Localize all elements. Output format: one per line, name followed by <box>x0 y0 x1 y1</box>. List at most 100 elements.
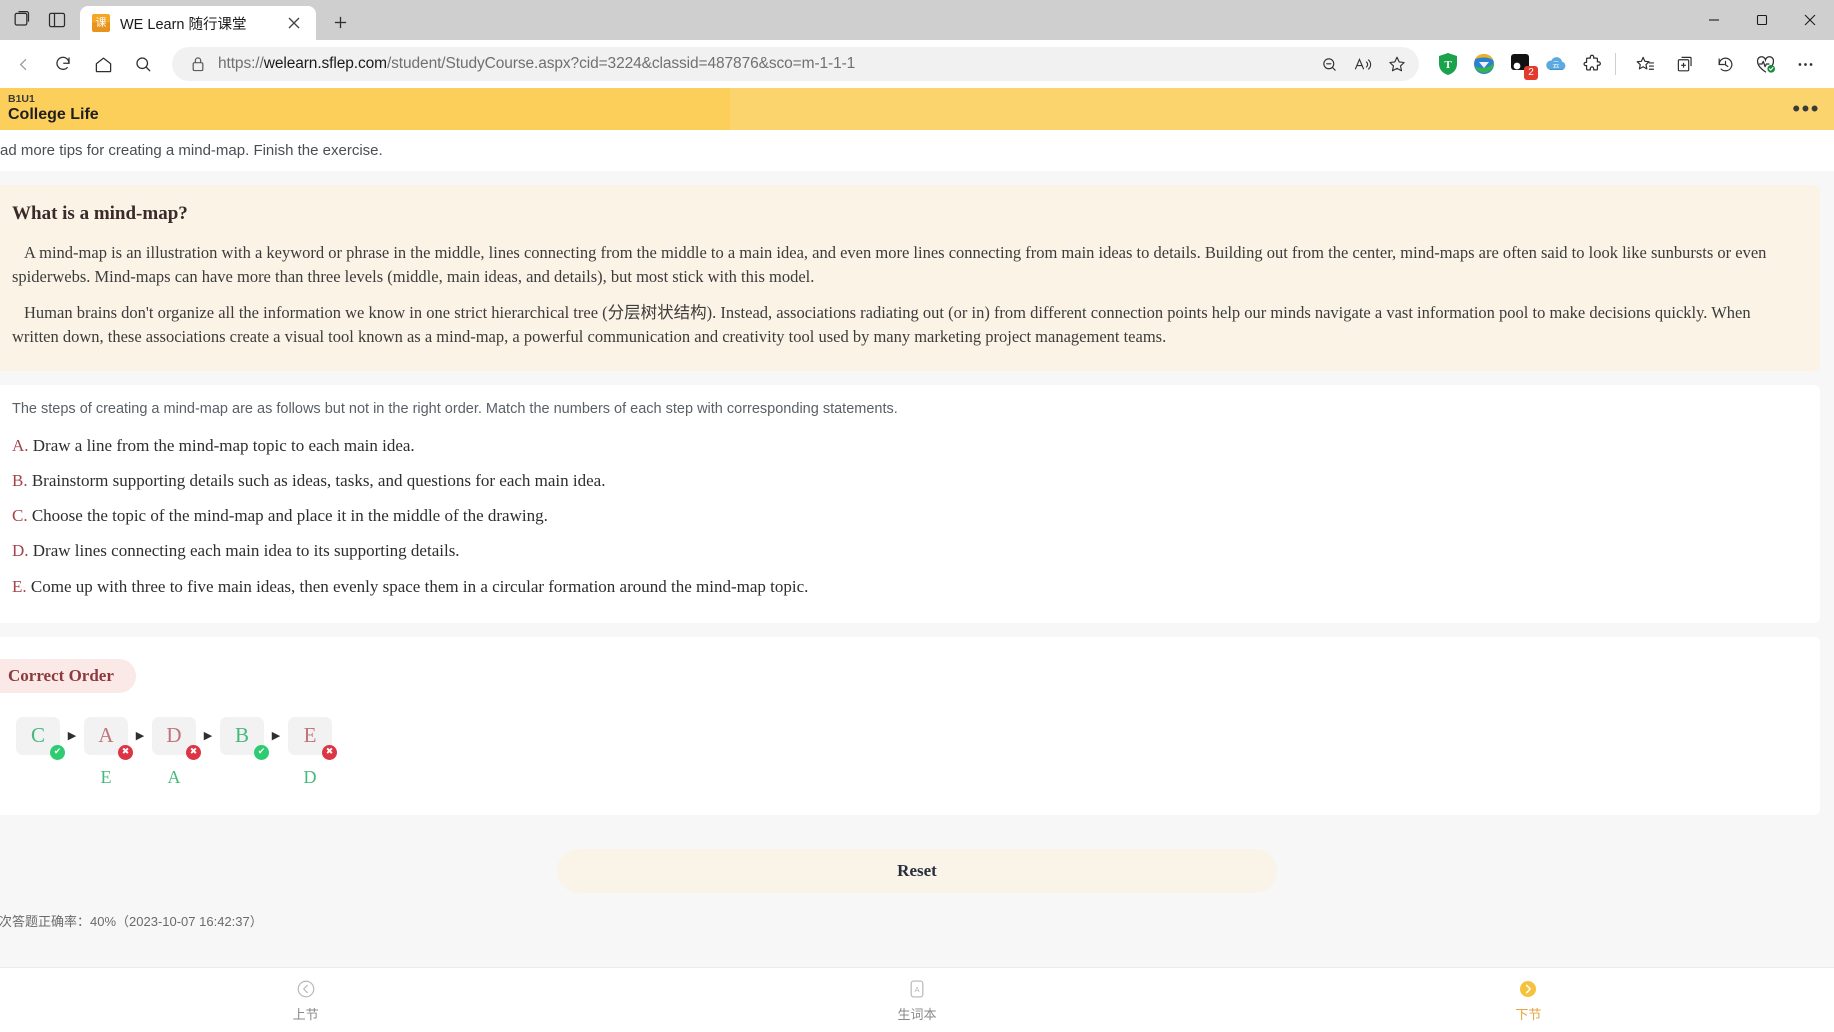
url-text: https://welearn.sflep.com/student/StudyC… <box>218 55 1313 73</box>
option-b-letter: B. <box>12 470 28 490</box>
collections-icon[interactable] <box>1666 47 1704 81</box>
unit-menu-icon[interactable]: ••• <box>1792 98 1820 120</box>
bottom-navigation: 上节 A 生词本 下节 <box>0 967 1834 1032</box>
incorrect-cross-icon: ✖ <box>118 744 133 760</box>
option-d-text: Draw lines connecting each main idea to … <box>32 541 460 561</box>
answer-tile-2[interactable]: A ✖ <box>84 716 133 760</box>
extensions-puzzle-icon[interactable] <box>1579 51 1605 77</box>
answer-card: Correct Order C ✔ ▶ A ✖ E ▶ D ✖ A ▶ B ✔ … <box>0 636 1820 815</box>
close-tab-icon[interactable] <box>282 11 306 35</box>
browser-toolbar: https://welearn.sflep.com/student/StudyC… <box>0 40 1834 88</box>
option-d[interactable]: D. Draw lines connecting each main idea … <box>12 540 1794 561</box>
badge-extension-icon[interactable]: 2 <box>1507 51 1538 80</box>
site-information-lock-icon[interactable] <box>186 52 210 76</box>
sequence-slot-1: C ✔ <box>12 716 65 787</box>
option-e-letter: E. <box>12 576 27 596</box>
tab-actions-icon[interactable] <box>46 9 68 31</box>
unit-code: B1U1 <box>8 93 35 105</box>
maximize-button[interactable] <box>1738 0 1786 40</box>
sequence-slot-3: D ✖ A <box>148 716 201 787</box>
option-e[interactable]: E. Come up with three to five main ideas… <box>12 576 1794 597</box>
chevron-left-circle-icon <box>295 978 317 1000</box>
lesson-content: ad more tips for creating a mind-map. Fi… <box>0 130 1834 967</box>
tab-title: WE Learn 随行课堂 <box>120 16 247 33</box>
answer-tile-4[interactable]: B ✔ <box>220 716 269 760</box>
correct-check-icon: ✔ <box>50 744 65 760</box>
chevron-right-circle-icon <box>1517 978 1539 1000</box>
option-a-letter: A. <box>12 435 29 455</box>
incorrect-cross-icon: ✖ <box>186 744 201 760</box>
answer-correction-3: A <box>167 766 181 787</box>
home-button[interactable] <box>84 47 122 81</box>
nav-previous-label: 上节 <box>292 1006 319 1022</box>
nav-next-section[interactable]: 下节 <box>1223 978 1834 1023</box>
answer-correction-2: E <box>100 766 112 787</box>
shield-extension-icon[interactable]: T <box>1435 51 1461 77</box>
favorites-icon[interactable] <box>1626 47 1664 81</box>
nav-vocabulary-book[interactable]: A 生词本 <box>611 978 1222 1023</box>
nav-previous-section[interactable]: 上节 <box>0 978 611 1023</box>
unit-header: B1U1 College Life ••• <box>0 88 1834 130</box>
answer-tile-3[interactable]: D ✖ <box>152 716 201 760</box>
svg-text:T: T <box>1444 59 1452 71</box>
search-icon[interactable] <box>124 47 162 81</box>
reload-button[interactable] <box>44 47 82 81</box>
reading-heading: What is a mind-map? <box>12 203 188 224</box>
option-b-text: Brainstorm supporting details such as id… <box>31 470 606 490</box>
sequence-slot-5: E ✖ D <box>284 716 337 787</box>
reading-paragraph-1: A mind-map is an illustration with a key… <box>12 243 1767 286</box>
answer-tile-2-letter: A <box>98 723 114 748</box>
download-manager-extension-icon[interactable] <box>1471 51 1497 77</box>
sequence-arrow-icon-4: ▶ <box>271 730 281 743</box>
sequence-arrow-icon-3: ▶ <box>203 730 213 743</box>
answer-correction-5: D <box>303 766 317 787</box>
correct-order-tag: Correct Order <box>0 658 136 693</box>
reset-row: Reset <box>0 848 1834 893</box>
add-favorite-star-icon[interactable] <box>1381 49 1413 79</box>
url-path: /student/StudyCourse.aspx?cid=3224&class… <box>386 55 856 72</box>
svg-text:A: A <box>914 984 919 993</box>
extension-icons: T 2 云 <box>1429 51 1605 80</box>
answer-tile-4-letter: B <box>234 723 249 748</box>
settings-and-more-icon[interactable] <box>1786 47 1824 81</box>
lesson-intro-text: ad more tips for creating a mind-map. Fi… <box>0 130 1834 171</box>
correct-check-icon: ✔ <box>254 744 269 760</box>
new-tab-button[interactable] <box>324 6 356 38</box>
question-card: The steps of creating a mind-map are as … <box>0 384 1820 623</box>
zoom-out-icon[interactable] <box>1313 49 1345 79</box>
back-button[interactable] <box>4 47 42 81</box>
incorrect-cross-icon: ✖ <box>322 744 337 760</box>
cloud-extension-icon[interactable]: 云 <box>1543 51 1569 77</box>
url-host: welearn.sflep.com <box>263 55 387 72</box>
address-bar[interactable]: https://welearn.sflep.com/student/StudyC… <box>172 47 1419 81</box>
unit-title: College Life <box>8 106 99 123</box>
page-viewport: B1U1 College Life ••• ad more tips for c… <box>0 88 1834 1032</box>
reading-passage-card: What is a mind-map? A mind-map is an ill… <box>0 185 1820 371</box>
toolbar-right-buttons <box>1626 47 1824 81</box>
answer-tile-5[interactable]: E ✖ <box>288 716 337 760</box>
extension-badge-count: 2 <box>1524 66 1538 80</box>
url-scheme: https:// <box>218 55 264 72</box>
sequence-slot-2: A ✖ E <box>80 716 133 787</box>
answer-tile-1-letter: C <box>30 723 45 748</box>
history-icon[interactable] <box>1706 47 1744 81</box>
option-a[interactable]: A. Draw a line from the mind-map topic t… <box>12 435 1794 456</box>
answer-tile-1[interactable]: C ✔ <box>16 716 65 760</box>
option-c[interactable]: C. Choose the topic of the mind-map and … <box>12 505 1794 526</box>
omnibox-actions <box>1313 49 1413 79</box>
tabstrip-left-icons <box>4 0 80 40</box>
answer-sequence: C ✔ ▶ A ✖ E ▶ D ✖ A ▶ B ✔ ▶ E ✖ D <box>12 716 1794 787</box>
option-d-letter: D. <box>12 541 29 561</box>
option-c-text: Choose the topic of the mind-map and pla… <box>31 506 548 526</box>
close-window-button[interactable] <box>1786 0 1834 40</box>
tab-favicon-icon: 课 <box>92 14 110 32</box>
read-aloud-icon[interactable] <box>1347 49 1379 79</box>
minimize-button[interactable] <box>1690 0 1738 40</box>
tab-search-icon[interactable] <box>10 9 32 31</box>
window-controls <box>1690 0 1834 40</box>
browser-tab[interactable]: 课 WE Learn 随行课堂 <box>80 6 316 40</box>
browser-essentials-icon[interactable] <box>1746 47 1784 81</box>
reset-button[interactable]: Reset <box>557 848 1277 893</box>
question-instruction: The steps of creating a mind-map are as … <box>12 400 898 417</box>
option-b[interactable]: B. Brainstorm supporting details such as… <box>12 470 1794 491</box>
